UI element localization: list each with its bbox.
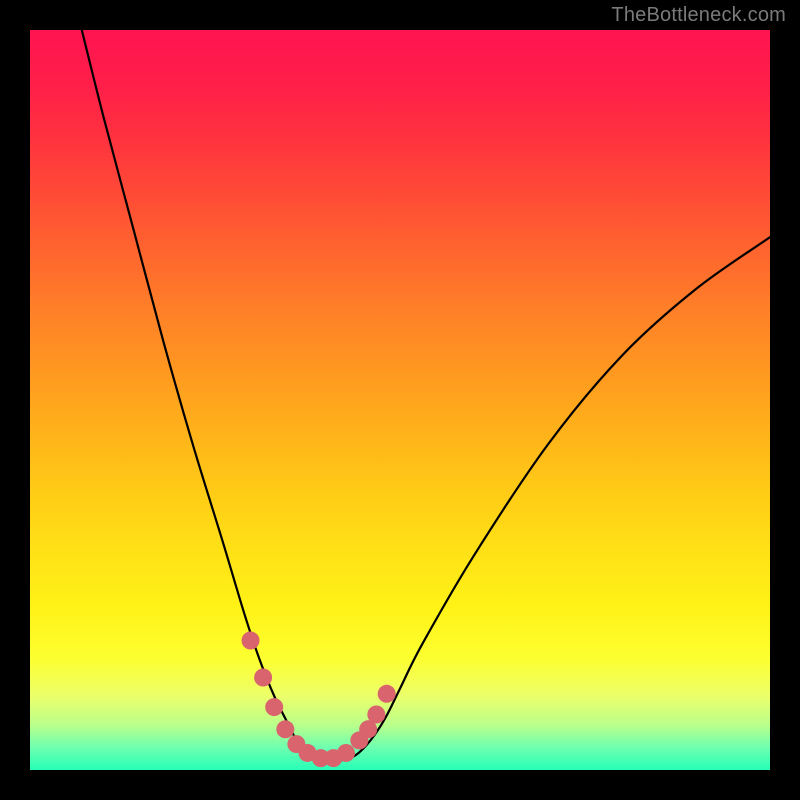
chart-svg [30, 30, 770, 770]
highlight-dot [254, 669, 272, 687]
highlight-dot [337, 744, 355, 762]
chart-frame: TheBottleneck.com [0, 0, 800, 800]
highlight-dot [265, 698, 283, 716]
highlight-dot [367, 706, 385, 724]
highlight-dot [378, 685, 396, 703]
highlight-dot [276, 720, 294, 738]
plot-area [30, 30, 770, 770]
highlight-dots-group [242, 632, 396, 768]
bottleneck-curve [82, 30, 770, 761]
watermark-text: TheBottleneck.com [611, 4, 786, 27]
highlight-dot [242, 632, 260, 650]
